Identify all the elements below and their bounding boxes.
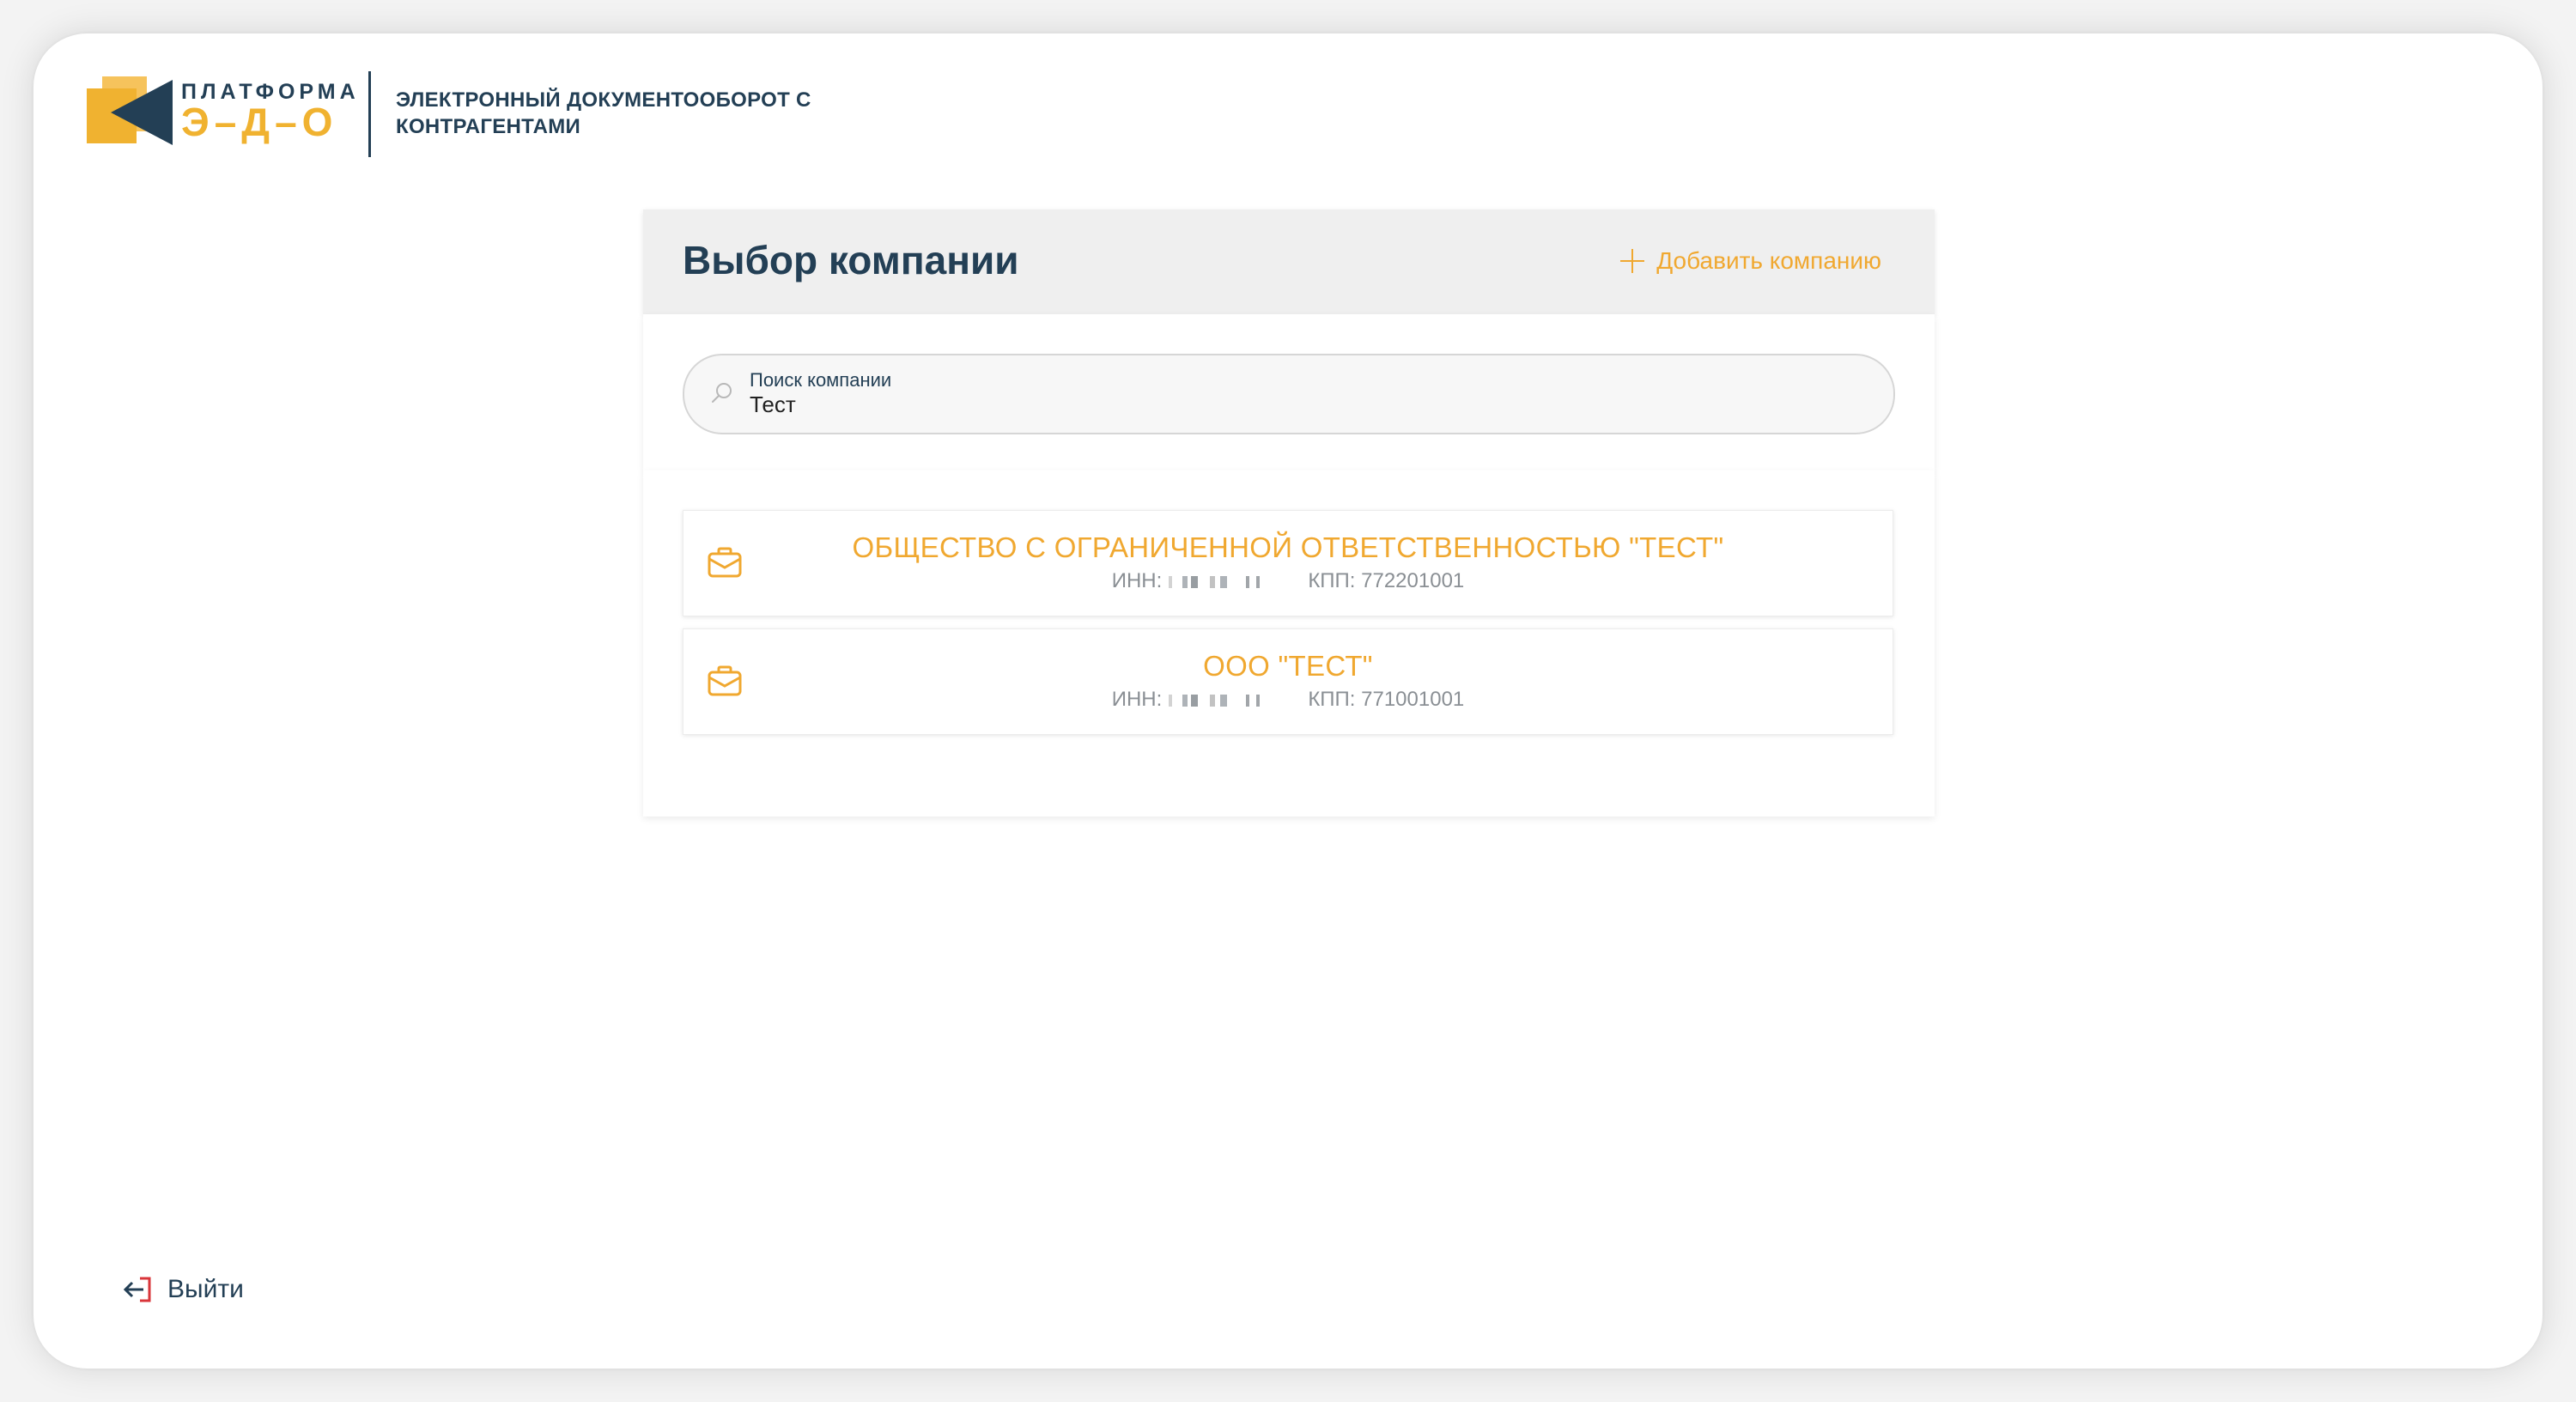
search-value[interactable]: Тест xyxy=(750,391,796,418)
company-name: ОБЩЕСТВО С ОГРАНИЧЕННОЙ ОТВЕТСТВЕННОСТЬЮ… xyxy=(852,531,1724,563)
logout-icon xyxy=(123,1277,151,1302)
search-icon xyxy=(712,383,732,403)
add-company-button[interactable]: Добавить компанию xyxy=(1620,247,1881,275)
app-window: ПЛАТФОРМА Э–Д–О ЭЛЕКТРОННЫЙ ДОКУМЕНТООБО… xyxy=(33,33,2543,1369)
page-title: Выбор компании xyxy=(683,238,1019,282)
plus-icon xyxy=(1620,249,1645,273)
company-list: ОБЩЕСТВО С ОГРАНИЧЕННОЙ ОТВЕТСТВЕННОСТЬЮ… xyxy=(643,470,1935,816)
inn-label: ИНН: xyxy=(1111,688,1163,711)
kpp-value: КПП: 771001001 xyxy=(1308,688,1465,711)
logout-label: Выйти xyxy=(167,1275,244,1303)
search-input[interactable]: Поиск компании Тест xyxy=(683,354,1895,434)
company-details: ИНН: КПП: 771001001 xyxy=(683,688,1893,712)
header-caption: ЭЛЕКТРОННЫЙ ДОКУМЕНТООБОРОТ С КОНТРАГЕНТ… xyxy=(396,88,811,138)
inn-label: ИНН: xyxy=(1111,569,1163,592)
inn-value-redacted xyxy=(1165,694,1269,707)
company-name: ООО "ТЕСТ" xyxy=(1203,650,1373,682)
company-select-header: Выбор компании Добавить компанию xyxy=(643,209,1935,314)
logo-text-bottom: Э–Д–О xyxy=(181,100,338,144)
search-panel: Поиск компании Тест xyxy=(643,314,1935,470)
logo-icon xyxy=(87,76,173,145)
kpp-value: КПП: 772201001 xyxy=(1308,569,1465,592)
search-label: Поиск компании xyxy=(750,369,892,391)
company-details: ИНН: КПП: 772201001 xyxy=(683,569,1893,593)
header-divider xyxy=(368,71,371,157)
list-item-company-1[interactable]: ОБЩЕСТВО С ОГРАНИЧЕННОЙ ОТВЕТСТВЕННОСТЬЮ… xyxy=(683,510,1893,616)
inn-value-redacted xyxy=(1165,575,1269,588)
list-item-company-2[interactable]: ООО "ТЕСТ" ИНН: КПП: 771001001 xyxy=(683,628,1893,735)
logout-button[interactable]: Выйти xyxy=(123,1275,244,1304)
add-company-label: Добавить компанию xyxy=(1656,247,1881,274)
